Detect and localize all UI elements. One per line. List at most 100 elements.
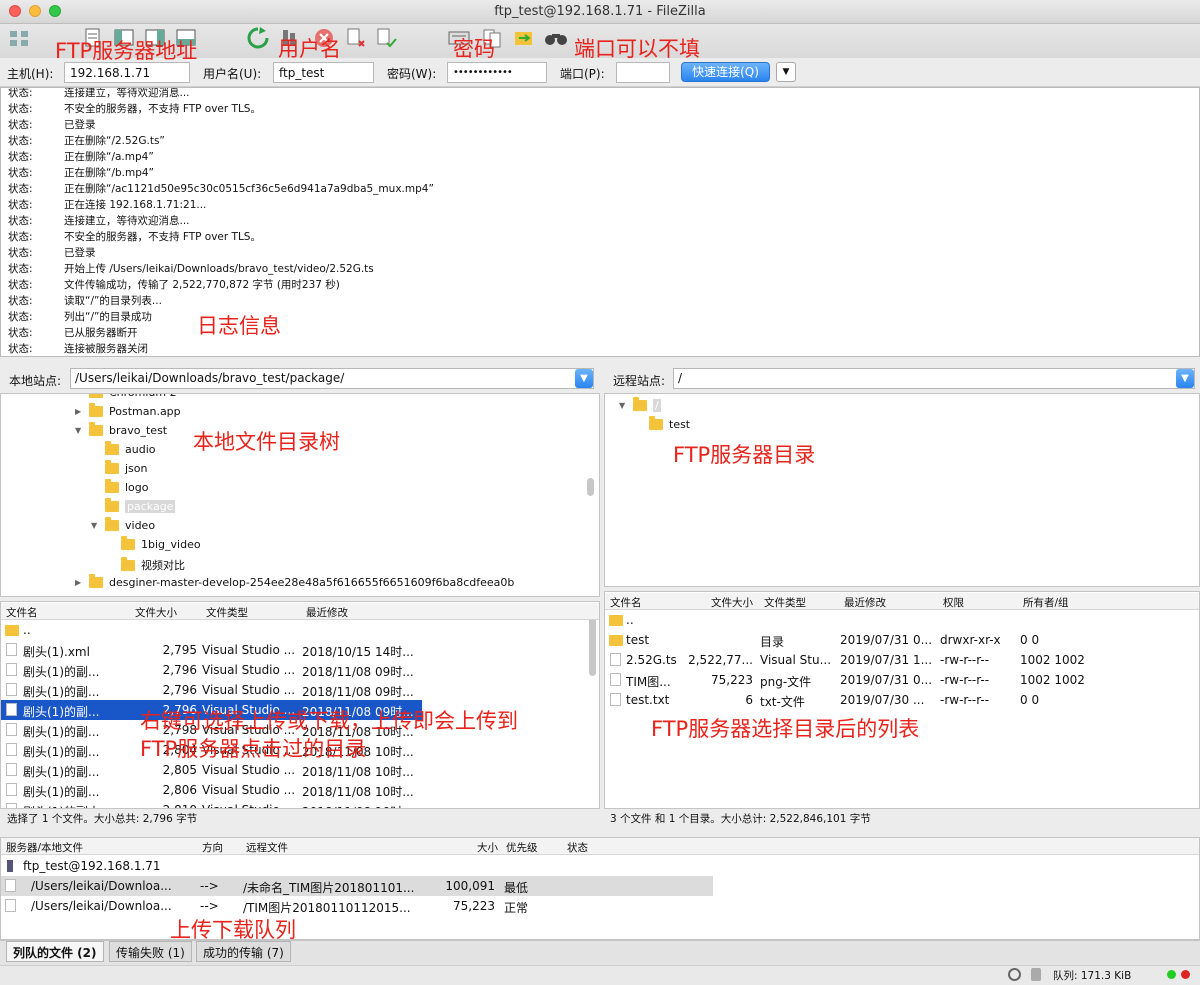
queue-item-row[interactable]: /Users/leikai/Downloa... --> /未命名_TIM图片201… xyxy=(1,876,713,896)
local-tree-item[interactable]: Chromium 2 xyxy=(75,394,177,399)
local-directory-tree[interactable]: Chromium 2 ▶ Postman.app ▼ bravo_testaudio js… xyxy=(0,393,600,597)
file-icon xyxy=(610,693,621,706)
queue-column-header[interactable]: 方向 xyxy=(202,840,223,855)
local-site-path[interactable]: /Users/leikai/Downloads/bravo_test/packa… xyxy=(70,368,594,389)
file-row[interactable]: 剧头(1)的副... 2,796 Visual Studio ... 2018/11/… xyxy=(1,660,422,680)
local-tree-item[interactable]: ▼ video xyxy=(91,517,155,532)
file-row[interactable]: .. xyxy=(1,620,422,640)
queue-server-row[interactable]: ftp_test@192.168.1.71 xyxy=(1,856,601,876)
tab-failed-transfers[interactable]: 传输失败 (1) xyxy=(109,941,192,962)
local-tree-scrollbar[interactable] xyxy=(587,478,594,496)
remote-site-dropdown-icon[interactable]: ▼ xyxy=(1176,369,1194,388)
file-size: 2,810 xyxy=(129,803,197,808)
file-row[interactable]: TIM图... 75,223 png-文件 2019/07/31 0... -rw-r-… xyxy=(605,670,1199,690)
file-icon xyxy=(6,763,17,776)
local-tree-item[interactable]: 视频对比 xyxy=(107,556,185,573)
remote-site-path[interactable]: / xyxy=(673,368,1195,389)
file-name: 剧头(1)的副... xyxy=(23,785,100,799)
folder-icon xyxy=(89,422,103,436)
log-level: 状态: xyxy=(8,247,33,259)
file-row[interactable]: 剧头(1)的副本 2,810 Visual Studio ... 2018/11/08… xyxy=(1,800,422,808)
expand-toggle-icon[interactable]: ▶ xyxy=(75,578,89,587)
remote-tree-item[interactable]: ▼ / xyxy=(619,397,661,412)
log-level: 状态: xyxy=(8,215,33,227)
local-tree-item[interactable]: ▶ desginer-master-develop-254ee28e48a5f61… xyxy=(75,574,514,589)
local-column-header[interactable]: 文件名 xyxy=(6,605,38,620)
queue-column-header[interactable]: 服务器/本地文件 xyxy=(6,840,83,855)
remote-column-header[interactable]: 文件名 xyxy=(610,595,642,610)
queue-column-header[interactable]: 远程文件 xyxy=(246,840,288,855)
folder-icon xyxy=(105,441,119,455)
expand-toggle-icon[interactable]: ▼ xyxy=(91,521,105,530)
folder-icon xyxy=(89,394,103,398)
expand-toggle-icon[interactable]: ▶ xyxy=(75,407,89,416)
quickconnect-history-dropdown[interactable]: ▼ xyxy=(776,62,796,82)
expand-toggle-icon[interactable]: ▼ xyxy=(75,426,89,435)
file-type: Visual Studio ... xyxy=(202,683,296,697)
file-owner: 1002 1002 xyxy=(1020,653,1085,667)
disconnect-icon[interactable] xyxy=(344,26,368,50)
annotation-local-tree: 本地文件目录树 xyxy=(193,430,340,454)
site-manager-icon[interactable] xyxy=(7,26,31,50)
local-site-dropdown-icon[interactable]: ▼ xyxy=(575,369,593,388)
queue-column-header[interactable]: 状态 xyxy=(567,840,588,855)
local-tree-item[interactable]: logo xyxy=(91,479,149,494)
local-column-header[interactable]: 最近修改 xyxy=(306,605,348,620)
log-message: 读取“/”的目录列表... xyxy=(64,295,162,307)
log-row: 状态: 正在删除“/2.52G.ts” xyxy=(8,133,165,148)
remote-column-header[interactable]: 权限 xyxy=(943,595,964,610)
remote-column-header[interactable]: 文件大小 xyxy=(711,595,753,610)
local-tree-item[interactable]: audio xyxy=(91,441,155,456)
log-row: 状态: 连接被服务器关闭 xyxy=(8,341,148,356)
queue-column-header[interactable]: 优先级 xyxy=(506,840,538,855)
host-input[interactable] xyxy=(64,62,190,83)
queue-column-header[interactable]: 大小 xyxy=(477,840,498,855)
tree-item-label: Postman.app xyxy=(109,405,181,418)
file-row[interactable]: test 目录 2019/07/31 0... drwxr-xr-x 0 0 xyxy=(605,630,1199,650)
local-tree-item[interactable]: ▶ Postman.app xyxy=(75,403,181,418)
file-row[interactable]: .. xyxy=(605,610,1199,630)
file-row[interactable]: 2.52G.ts 2,522,77... Visual Stu... 2019/07/… xyxy=(605,650,1199,670)
folder-icon xyxy=(89,403,103,417)
send-indicator-icon xyxy=(1181,970,1190,979)
file-row[interactable]: 剧头(1).xml 2,795 Visual Studio ... 2018/10/1… xyxy=(1,640,422,660)
local-tree-item[interactable]: 1big_video xyxy=(107,536,201,551)
password-input[interactable] xyxy=(447,62,547,83)
local-column-header[interactable]: 文件类型 xyxy=(206,605,248,620)
annotation-password: 密码 xyxy=(453,37,495,61)
reconnect-icon[interactable] xyxy=(374,26,398,50)
remote-tree-item[interactable]: test xyxy=(635,416,690,431)
tab-successful-transfers[interactable]: 成功的传输 (7) xyxy=(196,941,291,962)
tab-queued-files[interactable]: 列队的文件 (2) xyxy=(6,941,104,962)
local-tree-item[interactable]: package xyxy=(91,498,176,513)
file-type: txt-文件 xyxy=(760,695,805,709)
file-name: 剧头(1)的副... xyxy=(23,765,100,779)
file-row[interactable]: test.txt 6 txt-文件 2019/07/30 ... -rw-r--r-- 0… xyxy=(605,690,1199,710)
remote-site-label: 远程站点: xyxy=(613,374,666,388)
queue-item-row[interactable]: /Users/leikai/Downloa... -->/TIM图片2018011… xyxy=(1,896,713,916)
file-row[interactable]: 剧头(1)的副... 2,796 Visual Studio ... 2018/11/… xyxy=(1,680,422,700)
search-remote-icon[interactable] xyxy=(543,26,567,50)
refresh-icon[interactable] xyxy=(246,26,270,50)
local-status-text: 选择了 1 个文件。大小总共: 2,796 字节 xyxy=(7,813,198,825)
remote-file-list[interactable]: 文件名 文件大小 文件类型 最近修改 权限 所有者/组.. test 目录 2019/07/31… xyxy=(604,591,1200,809)
folder-icon xyxy=(609,615,623,626)
local-tree-item[interactable]: json xyxy=(91,460,148,475)
remote-directory-tree[interactable]: ▼ / test xyxy=(604,393,1200,587)
queue-priority: 最低 xyxy=(504,881,529,895)
file-row[interactable]: 剧头(1)的副... 2,805 Visual Studio ... 2018/11/… xyxy=(1,760,422,780)
sync-browsing-icon[interactable] xyxy=(512,26,536,50)
local-tree-item[interactable]: ▼ bravo_test xyxy=(75,422,167,437)
remote-column-header[interactable]: 所有者/组 xyxy=(1023,595,1069,610)
file-row[interactable]: 剧头(1)的副... 2,806 Visual Studio ... 2018/11/… xyxy=(1,780,422,800)
remote-column-header[interactable]: 最近修改 xyxy=(844,595,886,610)
local-column-header[interactable]: 文件大小 xyxy=(135,605,177,620)
quickconnect-button[interactable]: 快速连接(Q) xyxy=(681,62,770,82)
log-level: 状态: xyxy=(8,343,33,355)
expand-toggle-icon[interactable]: ▼ xyxy=(619,401,633,410)
queue-direction: --> xyxy=(200,879,219,893)
remote-column-header[interactable]: 文件类型 xyxy=(764,595,806,610)
port-input[interactable] xyxy=(616,62,670,83)
file-owner: 0 0 xyxy=(1020,633,1040,647)
username-input[interactable] xyxy=(273,62,374,83)
